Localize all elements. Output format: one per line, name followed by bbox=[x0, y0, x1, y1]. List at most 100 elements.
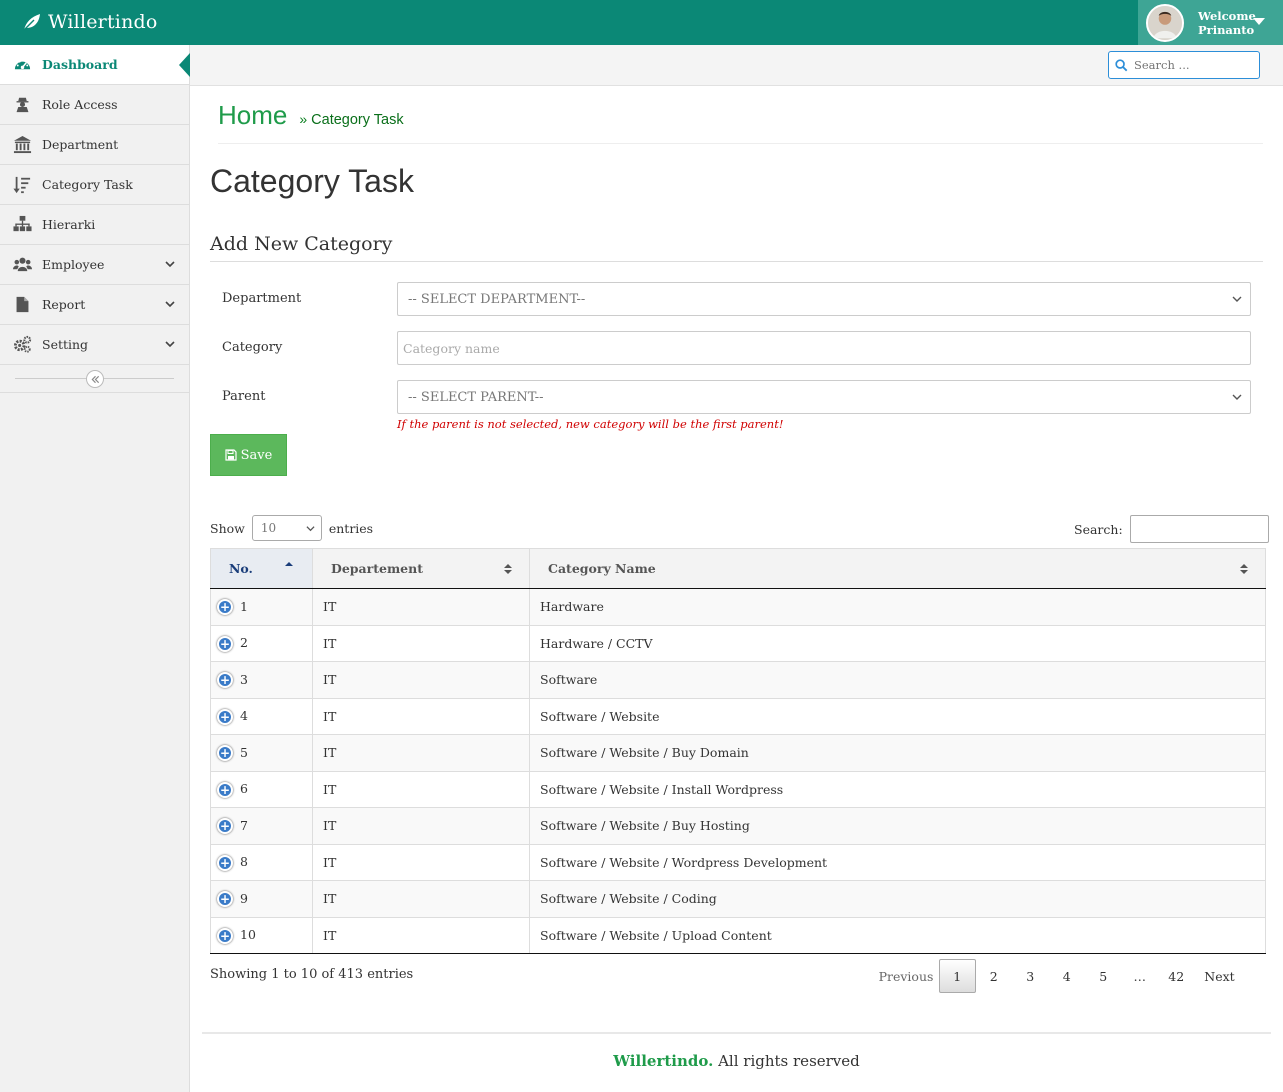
table-row: +6 IT Software / Website / Install Wordp… bbox=[210, 771, 1266, 808]
sidebar-collapse-row bbox=[0, 365, 189, 393]
table-row: +10 IT Software / Website / Upload Conte… bbox=[210, 917, 1266, 954]
pagination-next[interactable]: Next bbox=[1195, 959, 1245, 993]
pagination-page-last[interactable]: 42 bbox=[1158, 959, 1195, 993]
column-header-no[interactable]: No. bbox=[210, 548, 313, 589]
cell-no: +3 bbox=[210, 661, 313, 699]
brand-logo[interactable]: Willertindo bbox=[22, 9, 158, 35]
cell-no-value: 6 bbox=[240, 781, 248, 796]
sort-asc-icon bbox=[285, 562, 293, 566]
expand-row-icon[interactable]: + bbox=[217, 818, 233, 834]
pagination-page-4[interactable]: 4 bbox=[1049, 959, 1086, 993]
footer-text: All rights reserved bbox=[713, 1052, 860, 1070]
entries-per-page-select[interactable]: 10 bbox=[251, 515, 322, 541]
table-row: +5 IT Software / Website / Buy Domain bbox=[210, 734, 1266, 772]
cell-no: +6 bbox=[210, 771, 313, 808]
user-name: Prinanto bbox=[1198, 22, 1255, 37]
brand-name: Willertindo bbox=[48, 11, 158, 33]
cell-category-name: Software / Website / Upload Content bbox=[529, 917, 1266, 954]
breadcrumb-separator: » bbox=[299, 111, 308, 127]
cell-department: IT bbox=[312, 880, 530, 918]
department-label: Department bbox=[222, 291, 302, 306]
entries-per-page-value: 10 bbox=[260, 521, 277, 535]
chevron-down-icon[interactable] bbox=[165, 259, 175, 269]
cell-no-value: 8 bbox=[240, 854, 248, 869]
table-search-input[interactable] bbox=[1129, 515, 1269, 543]
welcome-text: Welcome, Prinanto bbox=[1198, 9, 1260, 37]
double-chevron-left-icon bbox=[91, 375, 99, 383]
expand-row-icon[interactable]: + bbox=[217, 781, 233, 798]
users-icon bbox=[12, 255, 32, 275]
pagination-page-5[interactable]: 5 bbox=[1085, 959, 1122, 993]
leaf-icon bbox=[23, 14, 40, 31]
chevron-down-icon bbox=[1232, 296, 1242, 302]
header-search[interactable] bbox=[1108, 51, 1260, 79]
column-header-departement[interactable]: Departement bbox=[312, 548, 530, 589]
cell-department: IT bbox=[312, 588, 530, 626]
pagination-previous[interactable]: Previous bbox=[873, 959, 939, 993]
table-header-row: No. Departement Category Name bbox=[210, 548, 1266, 589]
sidebar-item-setting[interactable]: Setting bbox=[0, 325, 189, 365]
department-select-value: -- SELECT DEPARTMENT-- bbox=[408, 291, 586, 307]
table-row: +7 IT Software / Website / Buy Hosting bbox=[210, 807, 1266, 845]
cell-category-name: Software / Website / Install Wordpress bbox=[529, 771, 1266, 808]
save-button[interactable]: Save bbox=[210, 434, 287, 476]
cell-department: IT bbox=[312, 917, 530, 954]
expand-row-icon[interactable]: + bbox=[217, 891, 233, 907]
expand-row-icon[interactable]: + bbox=[217, 635, 233, 652]
cell-department: IT bbox=[312, 625, 530, 662]
sidebar-item-employee[interactable]: Employee bbox=[0, 245, 189, 285]
parent-select[interactable]: -- SELECT PARENT-- bbox=[397, 380, 1251, 414]
sort-icon bbox=[504, 564, 512, 574]
entries-label: entries bbox=[328, 520, 374, 536]
department-select[interactable]: -- SELECT DEPARTMENT-- bbox=[397, 282, 1251, 316]
divider bbox=[210, 261, 1263, 262]
sidebar-item-report[interactable]: Report bbox=[0, 285, 189, 325]
show-label: Show bbox=[210, 520, 245, 536]
cell-department: IT bbox=[312, 698, 530, 735]
file-icon bbox=[12, 295, 32, 315]
cell-no: +10 bbox=[210, 917, 313, 954]
chevron-down-icon[interactable] bbox=[165, 299, 175, 309]
sidebar-item-hierarki[interactable]: Hierarki bbox=[0, 205, 189, 245]
category-table: No. Departement Category Name +1 IT Hard… bbox=[210, 548, 1266, 954]
expand-row-icon[interactable]: + bbox=[217, 708, 233, 725]
cell-department: IT bbox=[312, 734, 530, 772]
footer: Willertindo. All rights reserved bbox=[190, 1052, 1283, 1070]
cell-no-value: 10 bbox=[240, 927, 256, 942]
table-row: +3 IT Software bbox=[210, 661, 1266, 699]
pagination-page-3[interactable]: 3 bbox=[1012, 959, 1049, 993]
search-icon bbox=[1115, 58, 1128, 71]
caret-down-icon[interactable] bbox=[1253, 18, 1265, 25]
sidebar-item-department[interactable]: Department bbox=[0, 125, 189, 165]
sitemap-icon bbox=[12, 215, 32, 235]
expand-row-icon[interactable]: + bbox=[217, 672, 233, 688]
cell-category-name: Hardware / CCTV bbox=[529, 625, 1266, 662]
pagination-page-2[interactable]: 2 bbox=[976, 959, 1013, 993]
breadcrumb-home-link[interactable]: Home bbox=[218, 100, 287, 131]
user-secret-icon bbox=[12, 95, 32, 115]
cell-category-name: Software bbox=[529, 661, 1266, 699]
expand-row-icon[interactable]: + bbox=[217, 927, 233, 944]
collapse-sidebar-button[interactable] bbox=[86, 370, 104, 388]
sidebar-item-category-task[interactable]: Category Task bbox=[0, 165, 189, 205]
pagination-page-1[interactable]: 1 bbox=[939, 959, 976, 993]
expand-row-icon[interactable]: + bbox=[217, 599, 233, 615]
floppy-disk-icon bbox=[225, 449, 237, 461]
user-menu[interactable]: Welcome, Prinanto bbox=[1138, 0, 1283, 45]
expand-row-icon[interactable]: + bbox=[217, 854, 233, 871]
sidebar-item-role-access[interactable]: Role Access bbox=[0, 85, 189, 125]
column-header-category-name[interactable]: Category Name bbox=[529, 548, 1266, 589]
dashboard-icon bbox=[12, 55, 32, 75]
parent-label: Parent bbox=[222, 389, 266, 404]
chevron-down-icon[interactable] bbox=[165, 339, 175, 349]
cell-no: +1 bbox=[210, 588, 313, 626]
cell-no: +9 bbox=[210, 880, 313, 918]
sidebar-item-dashboard[interactable]: Dashboard bbox=[0, 45, 190, 85]
table-search-label: Search: bbox=[1074, 521, 1123, 537]
cell-no: +4 bbox=[210, 698, 313, 735]
footer-brand[interactable]: Willertindo. bbox=[613, 1052, 713, 1070]
divider bbox=[218, 143, 1263, 144]
category-name-input[interactable] bbox=[397, 331, 1251, 365]
expand-row-icon[interactable]: + bbox=[217, 745, 233, 761]
header-search-input[interactable] bbox=[1134, 58, 1254, 72]
